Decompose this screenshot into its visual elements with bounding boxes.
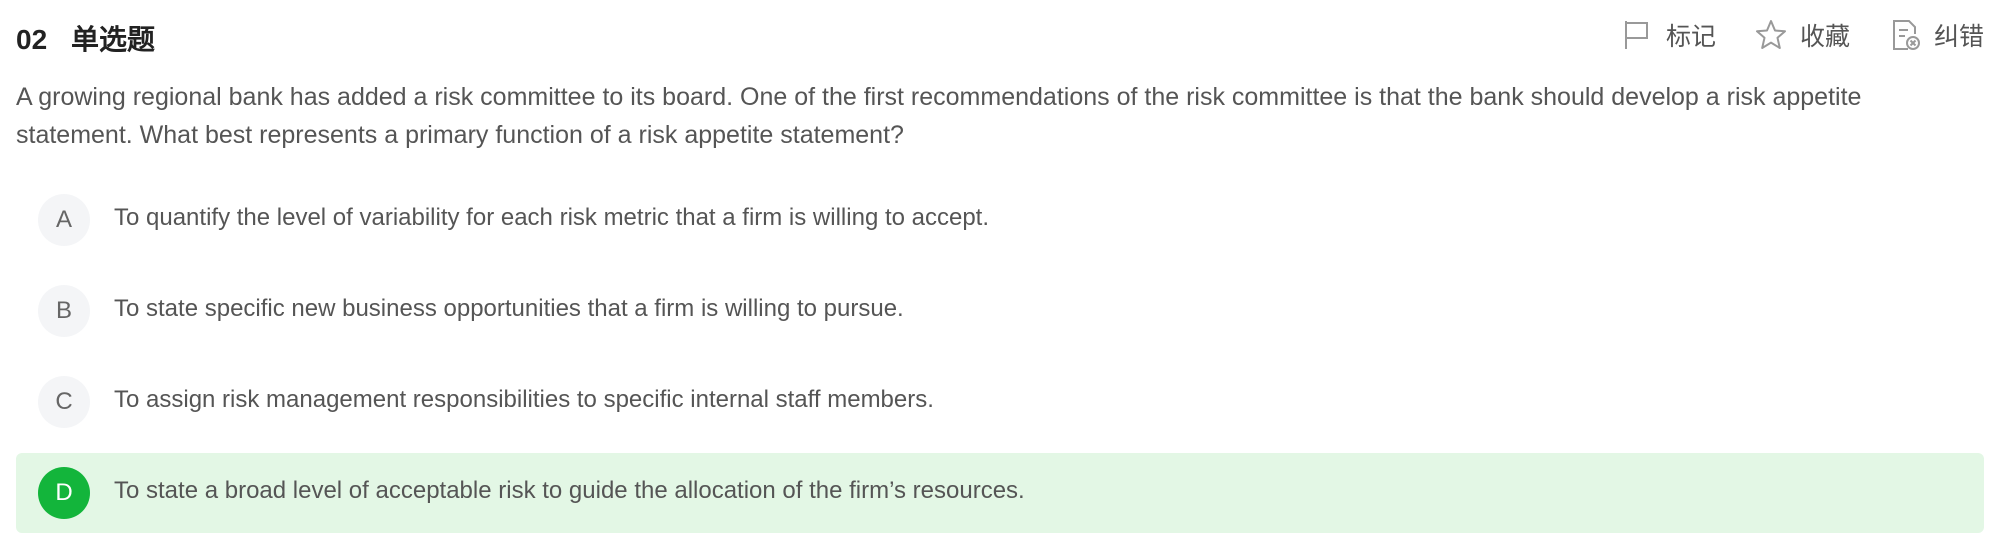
option-text: To state specific new business opportuni… <box>114 295 904 322</box>
question-header: 02 单选题 标记 收藏 纠错 <box>16 14 1984 56</box>
report-error-label: 纠错 <box>1933 23 1984 51</box>
option-letter-badge: D <box>38 467 90 519</box>
question-title: 02 单选题 <box>16 18 155 58</box>
options-list: A To quantify the level of variability f… <box>16 180 1984 544</box>
question-type: 单选题 <box>70 24 155 55</box>
favorite-label: 收藏 <box>1799 23 1850 51</box>
option-letter-badge: A <box>38 194 90 246</box>
option-text: To quantify the level of variability for… <box>114 204 990 231</box>
mark-label: 标记 <box>1665 23 1716 51</box>
option-letter-badge: B <box>38 285 90 337</box>
option-c[interactable]: C To assign risk management responsibili… <box>16 362 1984 442</box>
report-error-icon <box>1892 20 1920 50</box>
report-error-button[interactable]: 纠错 <box>1888 17 1984 53</box>
mark-button[interactable]: 标记 <box>1620 17 1716 53</box>
option-text: To assign risk management responsibiliti… <box>114 386 934 413</box>
option-a[interactable]: A To quantify the level of variability f… <box>16 180 1984 260</box>
option-letter-badge: C <box>38 376 90 428</box>
option-text: To state a broad level of acceptable ris… <box>114 477 1025 504</box>
favorite-button[interactable]: 收藏 <box>1754 17 1850 53</box>
option-d[interactable]: D To state a broad level of acceptable r… <box>16 453 1984 533</box>
question-text: A growing regional bank has added a risk… <box>16 83 1862 149</box>
star-icon <box>1755 20 1786 49</box>
option-b[interactable]: B To state specific new business opportu… <box>16 271 1984 351</box>
question-number: 02 <box>16 24 48 55</box>
question-actions: 标记 收藏 纠错 <box>1582 14 1984 56</box>
flag-icon <box>1624 21 1648 49</box>
